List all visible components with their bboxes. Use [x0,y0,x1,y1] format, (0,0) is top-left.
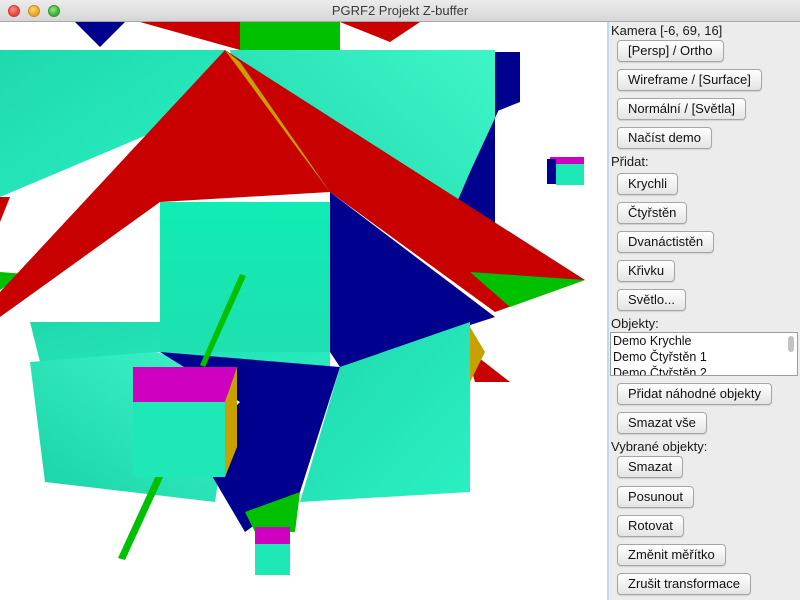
add-section-label: Přidat: [611,154,649,169]
control-panel: Kamera [-6, 69, 16] [Persp] / Ortho Wire… [609,22,800,600]
add-dodecahedron-button[interactable]: Dvanáctistěn [617,231,715,253]
background-green-face [240,22,340,50]
list-item[interactable]: Demo Krychle [611,333,797,349]
selected-objects-label: Vybrané objekty: [611,439,708,454]
small-cube-front [133,402,225,477]
load-demo-button[interactable]: Načíst demo [617,127,712,149]
objects-section-label: Objekty: [611,316,659,331]
coloring-toggle-button[interactable]: Normální / [Světla] [617,98,746,120]
background-blue-face [75,22,125,47]
delete-all-button[interactable]: Smazat vše [617,412,707,434]
add-random-objects-button[interactable]: Přidat náhodné objekty [617,383,772,405]
title-bar[interactable]: PGRF2 Projekt Z-buffer [0,0,800,22]
background-red-face-2 [340,22,420,42]
window-title: PGRF2 Projekt Z-buffer [331,3,469,18]
move-button[interactable]: Posunout [617,486,694,508]
add-curve-button[interactable]: Křivku [617,260,676,282]
tiny-cube-top [255,527,290,544]
background-red-face [140,22,240,50]
floating-cube-front [556,164,584,185]
tiny-cube-front [255,544,290,575]
scrollbar-thumb[interactable] [788,336,794,352]
objects-list[interactable]: Demo Krychle Demo Čtyřstěn 1 Demo Čtyřst… [610,332,798,376]
rotate-button[interactable]: Rotovat [617,515,684,537]
delete-selected-button[interactable]: Smazat [617,456,684,478]
render-canvas[interactable] [0,22,607,600]
list-item[interactable]: Demo Čtyřstěn 2 [611,365,797,375]
left-red-sliver [0,197,10,222]
objects-list-scrollbar[interactable] [786,334,796,374]
zbuffer-scene [0,22,585,575]
floating-cube-side [547,159,556,184]
list-item[interactable]: Demo Čtyřstěn 1 [611,349,797,365]
projection-toggle-button[interactable]: [Persp] / Ortho [617,40,724,62]
app-window: PGRF2 Projekt Z-buffer Kamera [-6, 69, 1… [0,0,800,600]
camera-label: Kamera [-6, 69, 16] [611,23,723,38]
small-cube-top [133,367,237,402]
reset-transformations-button[interactable]: Zrušit transformace [617,573,751,595]
add-cube-button[interactable]: Krychli [617,173,679,195]
add-tetrahedron-button[interactable]: Čtyřstěn [617,202,688,224]
render-mode-toggle-button[interactable]: Wireframe / [Surface] [617,69,762,91]
add-light-button[interactable]: Světlo... [617,289,686,311]
scale-button[interactable]: Změnit měřítko [617,544,726,566]
